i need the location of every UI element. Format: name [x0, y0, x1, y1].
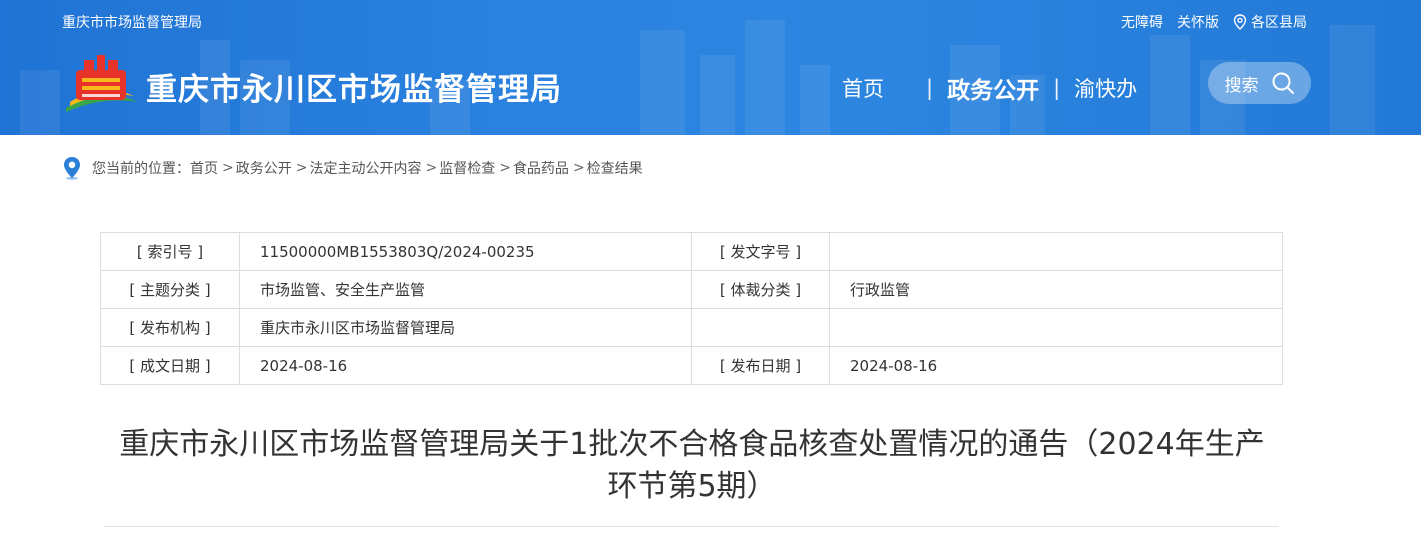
breadcrumb-statutory-content[interactable]: 法定主动公开内容 [309, 158, 421, 178]
breadcrumb-supervision[interactable]: 监督检查 [439, 158, 495, 178]
site-title[interactable]: 重庆市永川区市场监督管理局 [146, 64, 562, 109]
nav-gov-affairs[interactable]: 政务公开 [947, 71, 1039, 105]
meta-value: 市场监管、安全生产监管 [239, 270, 692, 309]
breadcrumb-home[interactable]: 首页 [190, 158, 218, 178]
meta-value: 2024-08-16 [829, 346, 1283, 385]
meta-label: [ 发布机构 ] [100, 308, 240, 347]
meta-value [829, 308, 1283, 347]
meta-label: [ 体裁分类 ] [691, 270, 830, 309]
nav-yu-kuai-ban[interactable]: 渝快办 [1074, 73, 1137, 103]
meta-label: [ 索引号 ] [100, 232, 240, 271]
table-row: [ 成文日期 ] 2024-08-16 [ 发布日期 ] 2024-08-16 [100, 346, 1283, 385]
breadcrumb-arrow: > [499, 160, 511, 176]
meta-value: 2024-08-16 [239, 346, 692, 385]
meta-label: [ 发文字号 ] [691, 232, 830, 271]
main-nav: 首页 | 政务公开 | 渝快办 [842, 71, 1137, 105]
parent-bureau-link[interactable]: 重庆市市场监督管理局 [62, 12, 202, 32]
breadcrumb-arrow: > [572, 160, 585, 176]
nav-separator: | [1053, 76, 1061, 100]
breadcrumb-inspection-results[interactable]: 检查结果 [587, 158, 643, 178]
meta-value: 行政监管 [829, 270, 1283, 309]
utility-links: 无障碍 关怀版 各区县局 [1121, 12, 1307, 32]
search-icon [1272, 72, 1294, 94]
accessibility-link[interactable]: 无障碍 [1121, 12, 1163, 32]
breadcrumb-prefix: 您当前的位置： [92, 161, 190, 177]
meta-label: [ 成文日期 ] [100, 346, 240, 385]
meta-label: [ 发布日期 ] [691, 346, 830, 385]
breadcrumb-food-drug[interactable]: 食品药品 [513, 158, 569, 178]
site-logo[interactable] [62, 52, 142, 116]
table-row: [ 主题分类 ] 市场监管、安全生产监管 [ 体裁分类 ] 行政监管 [100, 270, 1283, 309]
meta-value: 重庆市永川区市场监督管理局 [239, 308, 692, 347]
meta-value [829, 232, 1283, 271]
breadcrumb-gov-affairs[interactable]: 政务公开 [236, 158, 292, 178]
table-row: [ 发布机构 ] 重庆市永川区市场监督管理局 [100, 308, 1283, 347]
breadcrumb-arrow: > [295, 160, 308, 176]
districts-link[interactable]: 各区县局 [1233, 12, 1307, 32]
table-row: [ 索引号 ] 11500000MB1553803Q/2024-00235 [ … [100, 232, 1283, 271]
care-version-link[interactable]: 关怀版 [1177, 12, 1219, 32]
breadcrumb-arrow: > [425, 160, 438, 176]
breadcrumb: 您当前的位置： 首页 > 政务公开 > 法定主动公开内容 > 监督检查 > 食品… [62, 156, 643, 180]
nav-home[interactable]: 首页 [842, 73, 884, 103]
notice-title: 重庆市永川区市场监督管理局关于1批次不合格食品核查处置情况的通告（2024年生产… [90, 424, 1294, 508]
notice-title-line-2: 环节第5期） [607, 469, 777, 504]
districts-label: 各区县局 [1251, 15, 1307, 31]
breadcrumb-arrow: > [222, 160, 234, 176]
breadcrumb-location-icon [64, 157, 80, 180]
title-divider [104, 526, 1279, 527]
site-header: 重庆市市场监督管理局 无障碍 关怀版 各区县局 重庆市永川区市场监督管理局 首页… [0, 0, 1421, 135]
document-meta-table: [ 索引号 ] 11500000MB1553803Q/2024-00235 [ … [100, 232, 1283, 385]
meta-label [691, 308, 830, 347]
search-button[interactable]: 搜索 [1208, 62, 1311, 104]
search-label: 搜索 [1224, 75, 1259, 96]
meta-value: 11500000MB1553803Q/2024-00235 [239, 232, 692, 271]
notice-title-line-1: 重庆市永川区市场监督管理局关于1批次不合格食品核查处置情况的通告（2024年生产 [119, 427, 1265, 462]
nav-separator: | [926, 76, 934, 100]
meta-label: [ 主题分类 ] [100, 270, 240, 309]
location-pin-icon [1233, 14, 1247, 30]
